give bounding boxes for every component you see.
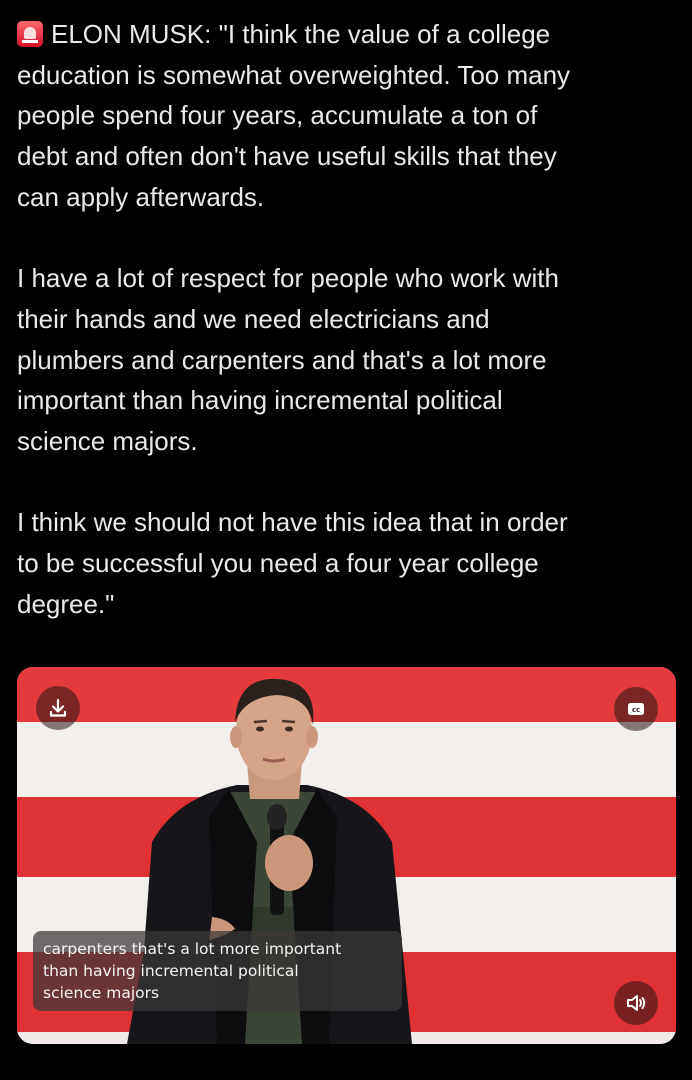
download-icon [49, 698, 67, 717]
cc-label: cc [632, 706, 640, 714]
post-line: can apply afterwards. [17, 181, 265, 212]
post-line: debt and often don't have useful skills … [17, 141, 557, 172]
post-line: education is somewhat overweighted. Too … [17, 59, 571, 90]
volume-icon [627, 995, 646, 1011]
post-line: people spend four years, accumulate a to… [17, 100, 538, 131]
post-paragraph-1: ELON MUSK: "I think the value of a colle… [17, 14, 677, 55]
cc-button[interactable]: cc [614, 687, 658, 731]
caption-line: than having incremental political [43, 962, 299, 980]
post-line: important than having incremental politi… [17, 385, 503, 416]
caption-line: science majors [43, 984, 160, 1002]
post-line: ELON MUSK: "I think the value of a colle… [51, 19, 551, 49]
closed-captions-icon: cc [628, 703, 644, 715]
video-player[interactable]: cc carpenters that's a lot more importan… [17, 667, 676, 1044]
post-line: science majors. [17, 426, 198, 457]
caption-text: carpenters that's a lot more important t… [43, 938, 398, 1004]
post-text: ELON MUSK: "I think the value of a colle… [17, 14, 677, 625]
post-line: their hands and we need electricians and [17, 303, 490, 334]
caption-box: carpenters that's a lot more important t… [33, 931, 402, 1011]
post-line: degree." [17, 588, 115, 619]
rotating-light-icon [17, 21, 43, 47]
post-line: I have a lot of respect for people who w… [17, 263, 559, 294]
post-line: I think we should not have this idea tha… [17, 507, 568, 538]
post-line: plumbers and carpenters and that's a lot… [17, 344, 547, 375]
caption-line: carpenters that's a lot more important [43, 940, 342, 958]
volume-button[interactable] [614, 981, 658, 1025]
download-button[interactable] [36, 686, 80, 730]
post-line: to be successful you need a four year co… [17, 548, 539, 579]
